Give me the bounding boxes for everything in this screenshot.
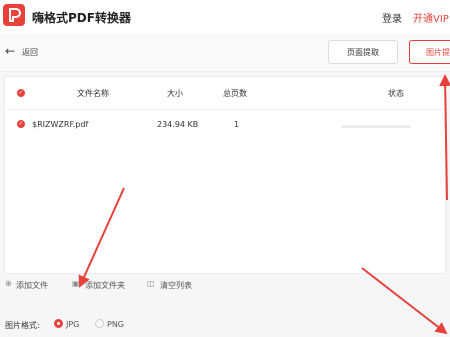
arrow-to-bottom-right [361, 267, 448, 335]
annotation-arrows [78, 74, 450, 335]
arrow-to-image-tab [439, 74, 450, 201]
arrow-to-add-folder [78, 187, 125, 288]
